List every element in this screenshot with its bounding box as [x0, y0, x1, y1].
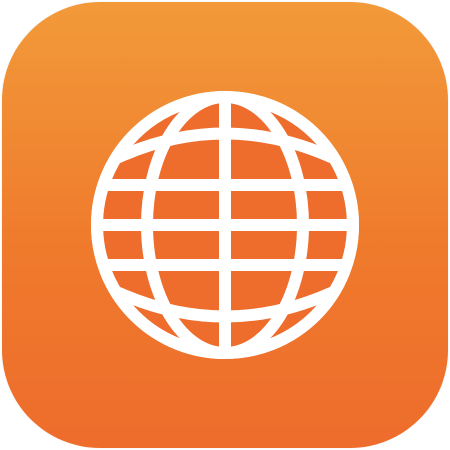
- app-icon[interactable]: [2, 2, 448, 448]
- globe-icon: [91, 91, 359, 359]
- app-icon-canvas: [0, 0, 450, 450]
